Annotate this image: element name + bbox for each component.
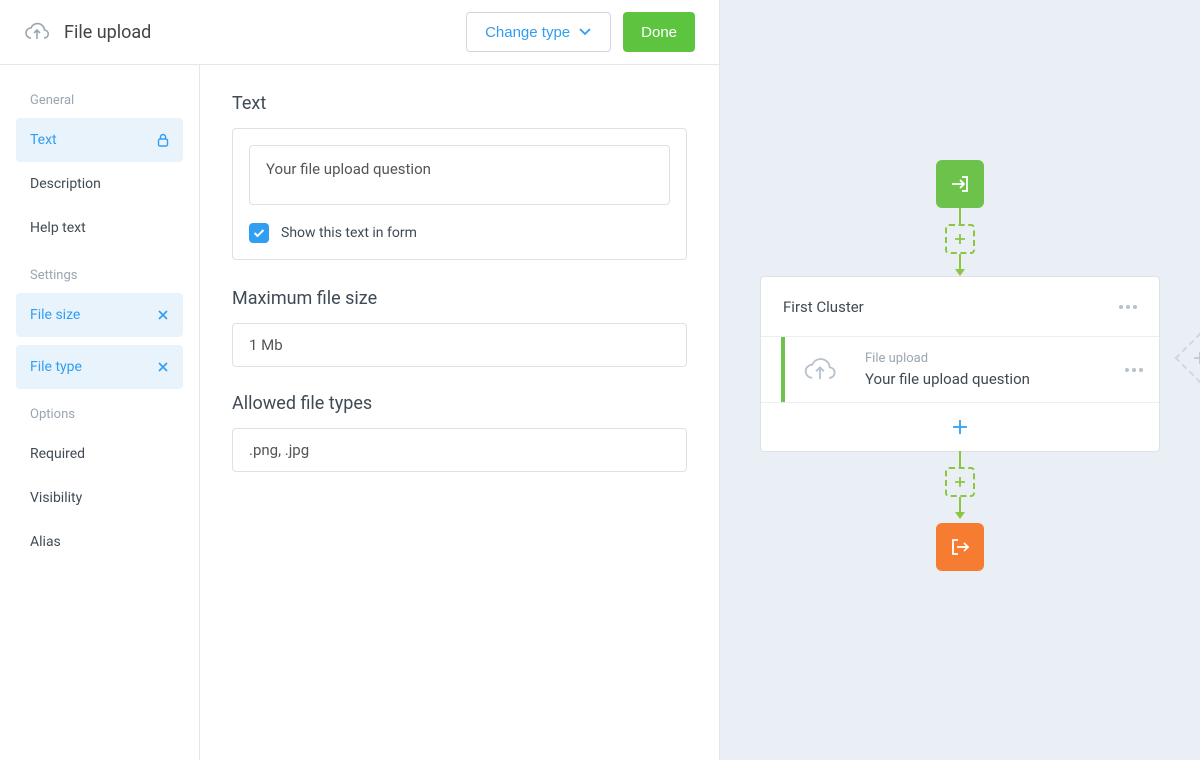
add-item-button[interactable] (761, 403, 1159, 451)
settings-sidebar: General Text Description Help text Setti… (0, 65, 200, 760)
start-node[interactable] (936, 160, 984, 208)
arrow-down-icon (955, 512, 965, 519)
max-file-size-input[interactable] (232, 323, 687, 367)
cluster-card[interactable]: First Cluster File upload Your file uplo… (760, 276, 1160, 452)
group-general: General (30, 93, 183, 108)
close-icon[interactable] (157, 309, 169, 321)
text-panel: Show this text in form (232, 128, 687, 260)
change-type-label: Change type (485, 24, 570, 41)
connector (959, 451, 961, 467)
question-text-input[interactable] (249, 145, 670, 205)
sidebar-item-label: Required (30, 446, 85, 462)
lock-icon (157, 133, 169, 147)
sidebar-item-description[interactable]: Description (16, 162, 183, 206)
end-node[interactable] (936, 523, 984, 571)
sidebar-item-visibility[interactable]: Visibility (16, 476, 183, 520)
chevron-down-icon (578, 27, 592, 37)
sidebar-item-alias[interactable]: Alias (16, 520, 183, 564)
more-icon[interactable] (1125, 368, 1143, 372)
allowed-types-input[interactable] (232, 428, 687, 472)
section-title-text: Text (232, 93, 687, 114)
form-editor: Text Show this text in form Maximum file… (200, 65, 719, 760)
sidebar-item-label: Description (30, 176, 101, 192)
add-step-button[interactable] (945, 224, 975, 254)
sidebar-item-label: Help text (30, 220, 86, 236)
connector (959, 208, 961, 224)
sidebar-item-filesize[interactable]: File size (16, 293, 183, 337)
sidebar-item-label: Alias (30, 534, 61, 550)
editor-header: File upload Change type Done (0, 0, 719, 64)
sidebar-item-required[interactable]: Required (16, 432, 183, 476)
cloud-upload-icon (785, 337, 855, 402)
change-type-button[interactable]: Change type (466, 12, 611, 52)
item-question: Your file upload question (865, 370, 1099, 388)
add-branch-button[interactable] (1175, 333, 1200, 384)
sidebar-item-text[interactable]: Text (16, 118, 183, 162)
cluster-title: First Cluster (783, 298, 864, 316)
close-icon[interactable] (157, 361, 169, 373)
sidebar-item-label: File size (30, 307, 80, 323)
show-in-form-checkbox[interactable] (249, 223, 269, 243)
connector (959, 497, 961, 513)
sidebar-item-label: Visibility (30, 490, 82, 506)
sidebar-item-label: File type (30, 359, 82, 375)
item-type-label: File upload (865, 351, 1099, 366)
section-title-maxsize: Maximum file size (232, 288, 687, 309)
done-button[interactable]: Done (623, 12, 695, 52)
group-options: Options (30, 407, 183, 422)
cloud-upload-icon (24, 22, 50, 42)
sidebar-item-label: Text (30, 132, 57, 148)
arrow-down-icon (955, 269, 965, 276)
add-step-button[interactable] (945, 467, 975, 497)
more-icon[interactable] (1119, 305, 1137, 309)
section-title-allowed: Allowed file types (232, 393, 687, 414)
group-settings: Settings (30, 268, 183, 283)
page-title: File upload (64, 22, 151, 43)
flow-canvas[interactable]: First Cluster File upload Your file uplo… (720, 0, 1200, 760)
show-in-form-label: Show this text in form (281, 225, 417, 241)
cluster-item[interactable]: File upload Your file upload question (761, 337, 1159, 403)
sidebar-item-helptext[interactable]: Help text (16, 206, 183, 250)
connector (959, 254, 961, 270)
sidebar-item-filetype[interactable]: File type (16, 345, 183, 389)
